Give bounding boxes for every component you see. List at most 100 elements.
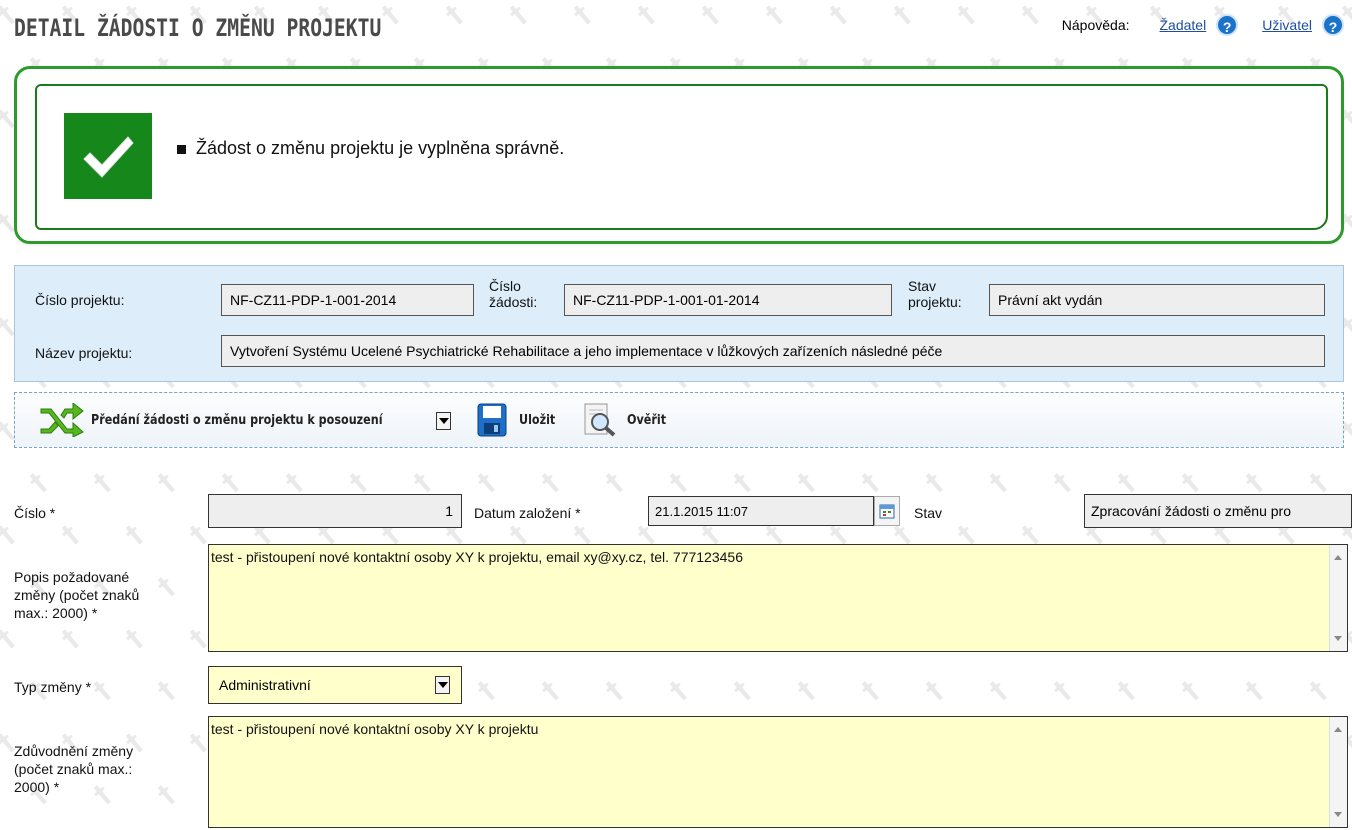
watermark-mark: † xyxy=(151,779,182,811)
request-number-field: NF-CZ11-PDP-1-001-01-2014 xyxy=(564,284,892,316)
description-label: Popis požadované změny (počet znaků max.… xyxy=(14,568,139,622)
verify-button[interactable]: Ověřit xyxy=(583,403,672,437)
justification-scrollbar[interactable] xyxy=(1329,717,1347,827)
watermark-mark: † xyxy=(663,675,694,707)
success-panel: Žádost o změnu projektu je vyplněna sprá… xyxy=(14,66,1344,244)
watermark-mark: † xyxy=(855,467,886,499)
project-state-label-line1: Stav xyxy=(908,278,937,294)
help-label: Nápověda: xyxy=(1061,17,1130,33)
project-state-label-line2: projektu: xyxy=(908,294,962,310)
created-date-label: Datum založení * xyxy=(474,505,581,521)
submit-dropdown-button[interactable] xyxy=(436,412,451,430)
watermark-mark: † xyxy=(599,675,630,707)
page-header: DETAIL ŽÁDOSTI O ZMĚNU PROJEKTU Nápověda… xyxy=(0,0,1352,60)
description-label-line1: Popis požadované xyxy=(14,569,130,585)
request-number-label-line2: žádosti: xyxy=(489,294,538,310)
watermark-mark: † xyxy=(119,519,150,551)
magnifier-document-icon xyxy=(584,403,616,437)
justification-textarea[interactable]: test - přistoupení nové kontaktní osoby … xyxy=(208,716,1348,828)
justification-label-line3: 2000) * xyxy=(14,779,60,795)
bullet-icon xyxy=(177,144,186,154)
watermark-mark: † xyxy=(1111,675,1142,707)
watermark-mark: † xyxy=(151,467,182,499)
save-button[interactable]: Uložit xyxy=(477,403,561,437)
description-textarea[interactable]: test - přistoupení nové kontaktní osoby … xyxy=(208,544,1348,652)
shuffle-arrows-icon xyxy=(40,403,84,437)
calendar-icon xyxy=(879,504,895,519)
watermark-mark: † xyxy=(119,623,150,655)
watermark-mark: † xyxy=(151,571,182,603)
watermark-mark: † xyxy=(599,467,630,499)
watermark-mark: † xyxy=(1303,675,1334,707)
success-message: Žádost o změnu projektu je vyplněna sprá… xyxy=(177,138,564,159)
project-state-field: Právní akt vydán xyxy=(989,284,1325,316)
watermark-mark: † xyxy=(55,623,86,655)
project-name-field: Vytvoření Systému Ucelené Psychiatrické … xyxy=(221,335,1325,367)
question-icon[interactable]: ? xyxy=(1322,14,1344,36)
number-label: Číslo * xyxy=(14,505,56,521)
project-state-label: Stav projektu: xyxy=(908,278,962,310)
watermark-mark: † xyxy=(727,467,758,499)
watermark-mark: † xyxy=(727,675,758,707)
watermark-mark: † xyxy=(535,467,566,499)
success-message-text: Žádost o změnu projektu je vyplněna sprá… xyxy=(196,138,565,158)
watermark-mark: † xyxy=(55,519,86,551)
watermark-mark: † xyxy=(855,675,886,707)
watermark-mark: † xyxy=(1047,675,1078,707)
watermark-mark: † xyxy=(1047,467,1078,499)
description-label-line3: max.: 2000) * xyxy=(14,605,98,621)
calendar-button[interactable] xyxy=(874,496,900,526)
action-toolbar: Předání žádosti o změnu projektu k posou… xyxy=(14,392,1344,448)
submit-for-review-label: Předání žádosti o změnu projektu k posou… xyxy=(91,412,383,428)
watermark-mark: † xyxy=(919,467,950,499)
watermark-mark: † xyxy=(1175,675,1206,707)
number-field: 1 xyxy=(208,494,462,528)
submit-for-review-button[interactable]: Předání žádosti o změnu projektu k posou… xyxy=(39,403,430,437)
watermark-mark: † xyxy=(663,467,694,499)
checkmark-icon xyxy=(64,113,152,199)
watermark-mark: † xyxy=(87,675,118,707)
page-title: DETAIL ŽÁDOSTI O ZMĚNU PROJEKTU xyxy=(14,14,382,42)
verify-label: Ověřit xyxy=(627,412,667,428)
question-icon[interactable]: ? xyxy=(1216,14,1239,36)
watermark-mark: † xyxy=(791,675,822,707)
request-number-label: Číslo žádosti: xyxy=(489,278,537,310)
watermark-mark: † xyxy=(983,467,1014,499)
justification-label: Zdůvodnění změny (počet znaků max.: 2000… xyxy=(14,742,133,796)
change-type-select[interactable]: Administrativní xyxy=(208,666,462,704)
watermark-mark: † xyxy=(151,675,182,707)
project-number-field: NF-CZ11-PDP-1-001-2014 xyxy=(221,284,474,316)
change-type-value: Administrativní xyxy=(219,677,311,693)
watermark-mark: † xyxy=(87,467,118,499)
created-date-field: 21.1.2015 11:07 xyxy=(648,496,874,526)
change-type-label: Typ změny * xyxy=(14,679,92,695)
description-text: test - přistoupení nové kontaktní osoby … xyxy=(211,549,743,565)
request-number-label-line1: Číslo xyxy=(489,278,521,294)
help-applicant-link[interactable]: Žadatel xyxy=(1160,17,1207,33)
watermark-mark: † xyxy=(983,675,1014,707)
project-number-label: Číslo projektu: xyxy=(35,292,125,308)
watermark-mark: † xyxy=(0,519,22,551)
watermark-mark: † xyxy=(471,675,502,707)
watermark-mark: † xyxy=(1239,675,1270,707)
justification-label-line1: Zdůvodnění změny xyxy=(14,743,134,759)
state-label: Stav xyxy=(914,505,943,521)
help-user-link[interactable]: Uživatel xyxy=(1262,17,1312,33)
watermark-mark: † xyxy=(535,675,566,707)
watermark-mark: † xyxy=(471,467,502,499)
watermark-mark: † xyxy=(919,675,950,707)
state-field: Zpracování žádosti o změnu pro xyxy=(1084,494,1352,528)
success-message-box: Žádost o změnu projektu je vyplněna sprá… xyxy=(35,84,1328,230)
chevron-down-icon[interactable] xyxy=(435,676,450,694)
save-label: Uložit xyxy=(519,412,556,428)
watermark-mark: † xyxy=(0,623,22,655)
watermark-mark: † xyxy=(23,467,54,499)
justification-text: test - přistoupení nové kontaktní osoby … xyxy=(211,721,539,737)
floppy-disk-icon xyxy=(477,403,507,437)
description-scrollbar[interactable] xyxy=(1329,545,1347,651)
project-info-panel: Číslo projektu: NF-CZ11-PDP-1-001-2014 Č… xyxy=(14,265,1344,382)
description-label-line2: změny (počet znaků xyxy=(14,587,140,603)
watermark-mark: † xyxy=(791,467,822,499)
help-links: Nápověda: Žadatel ? Uživatel ? xyxy=(1062,14,1344,36)
justification-label-line2: (počet znaků max.: xyxy=(14,761,133,777)
